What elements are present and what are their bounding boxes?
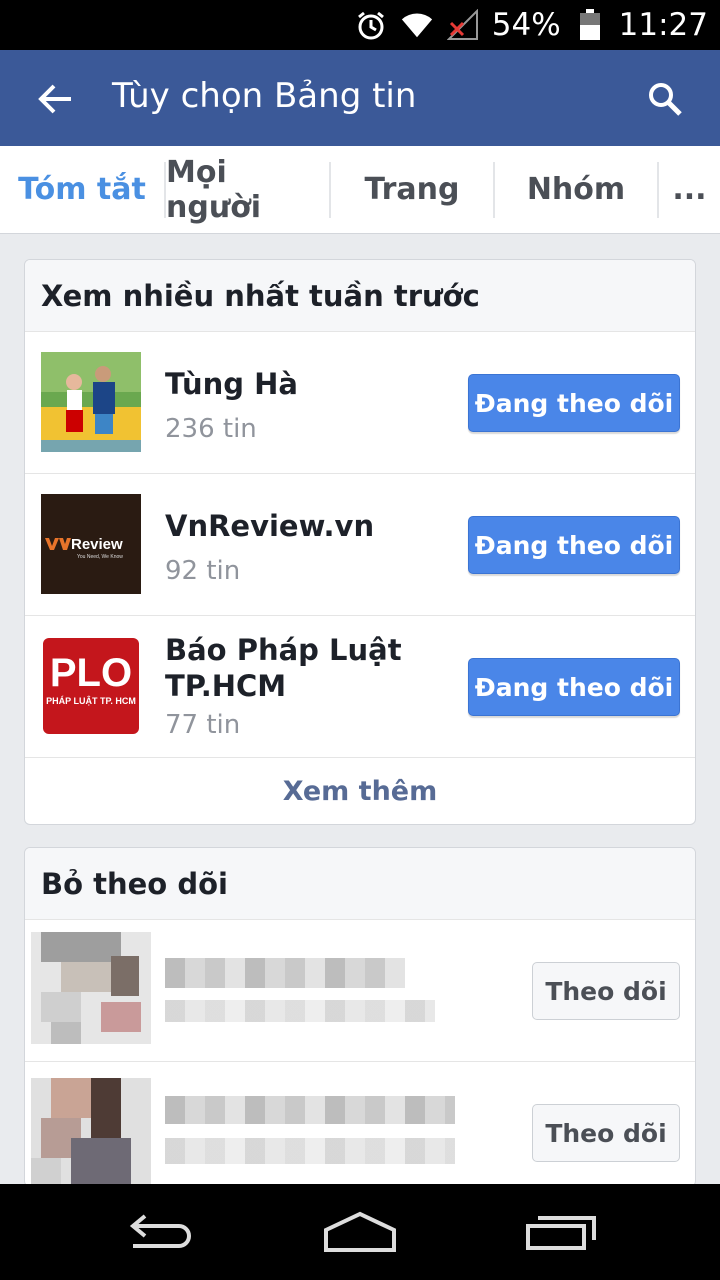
blurred-subtitle <box>165 1138 455 1164</box>
post-count: 77 tin <box>165 710 241 740</box>
most-viewed-card: Xem nhiều nhất tuần trước Tùng Hà 236 ti… <box>24 259 696 825</box>
unfollowed-card: Bỏ theo dõi Theo dõi Theo dõi <box>24 847 696 1187</box>
nav-back-icon[interactable] <box>120 1204 200 1260</box>
list-item[interactable]: Theo dõi <box>25 920 695 1062</box>
avatar <box>31 1078 151 1186</box>
list-item[interactable]: PLO PHÁP LUẬT TP. HCM Báo Pháp Luật TP.H… <box>25 616 695 758</box>
nav-recents-icon[interactable] <box>522 1204 602 1260</box>
status-bar: 54% 11:27 <box>0 0 720 50</box>
wifi-icon <box>400 8 434 42</box>
search-icon[interactable] <box>640 74 690 124</box>
tab-people[interactable]: Mọi người <box>166 146 329 234</box>
tab-pages[interactable]: Trang <box>331 146 493 234</box>
avatar <box>31 932 151 1044</box>
following-button[interactable]: Đang theo dõi <box>468 374 680 432</box>
avatar <box>41 352 141 452</box>
no-signal-icon <box>446 8 480 42</box>
tab-summary[interactable]: Tóm tắt <box>0 146 164 234</box>
plo-logo-text: PLO <box>50 651 132 695</box>
page-name: VnReview.vn <box>165 509 375 543</box>
navigation-bar <box>0 1184 720 1280</box>
most-viewed-header: Xem nhiều nhất tuần trước <box>25 260 695 332</box>
vnreview-brand-text: Review <box>71 536 123 553</box>
post-count: 92 tin <box>165 556 241 586</box>
page-name: Báo Pháp Luật TP.HCM <box>165 633 402 703</box>
battery-icon <box>573 8 607 42</box>
tab-bar: Tóm tắt Mọi người Trang Nhóm ... <box>0 146 720 234</box>
follow-button[interactable]: Theo dõi <box>532 962 680 1020</box>
page-title: Tùy chọn Bảng tin <box>112 76 417 116</box>
blurred-name <box>165 1096 455 1124</box>
tab-groups[interactable]: Nhóm <box>495 146 657 234</box>
nav-home-icon[interactable] <box>320 1204 400 1260</box>
following-button[interactable]: Đang theo dõi <box>468 516 680 574</box>
list-item[interactable]: Theo dõi <box>25 1062 695 1186</box>
following-button[interactable]: Đang theo dõi <box>468 658 680 716</box>
back-arrow-icon[interactable] <box>30 74 80 124</box>
unfollowed-header: Bỏ theo dõi <box>25 848 695 920</box>
vnreview-tagline-text: You Need, We Know <box>77 554 123 560</box>
list-item[interactable]: Tùng Hà 236 tin Đang theo dõi <box>25 332 695 474</box>
see-more-link[interactable]: Xem thêm <box>25 758 695 824</box>
tab-more[interactable]: ... <box>659 146 720 234</box>
follow-button[interactable]: Theo dõi <box>532 1104 680 1162</box>
plo-logo: PLO PHÁP LUẬT TP. HCM <box>41 636 141 736</box>
app-bar: Tùy chọn Bảng tin <box>0 50 720 146</box>
plo-logo-subtext: PHÁP LUẬT TP. HCM <box>46 695 136 706</box>
clock: 11:27 <box>618 7 708 43</box>
blurred-name <box>165 958 405 988</box>
page-name: Tùng Hà <box>165 367 299 401</box>
blurred-subtitle <box>165 1000 435 1022</box>
post-count: 236 tin <box>165 414 257 444</box>
list-item[interactable]: Review You Need, We Know VnReview.vn 92 … <box>25 474 695 616</box>
vnreview-logo: Review You Need, We Know <box>41 494 141 594</box>
battery-percent: 54% <box>491 7 561 43</box>
alarm-icon <box>354 8 388 42</box>
